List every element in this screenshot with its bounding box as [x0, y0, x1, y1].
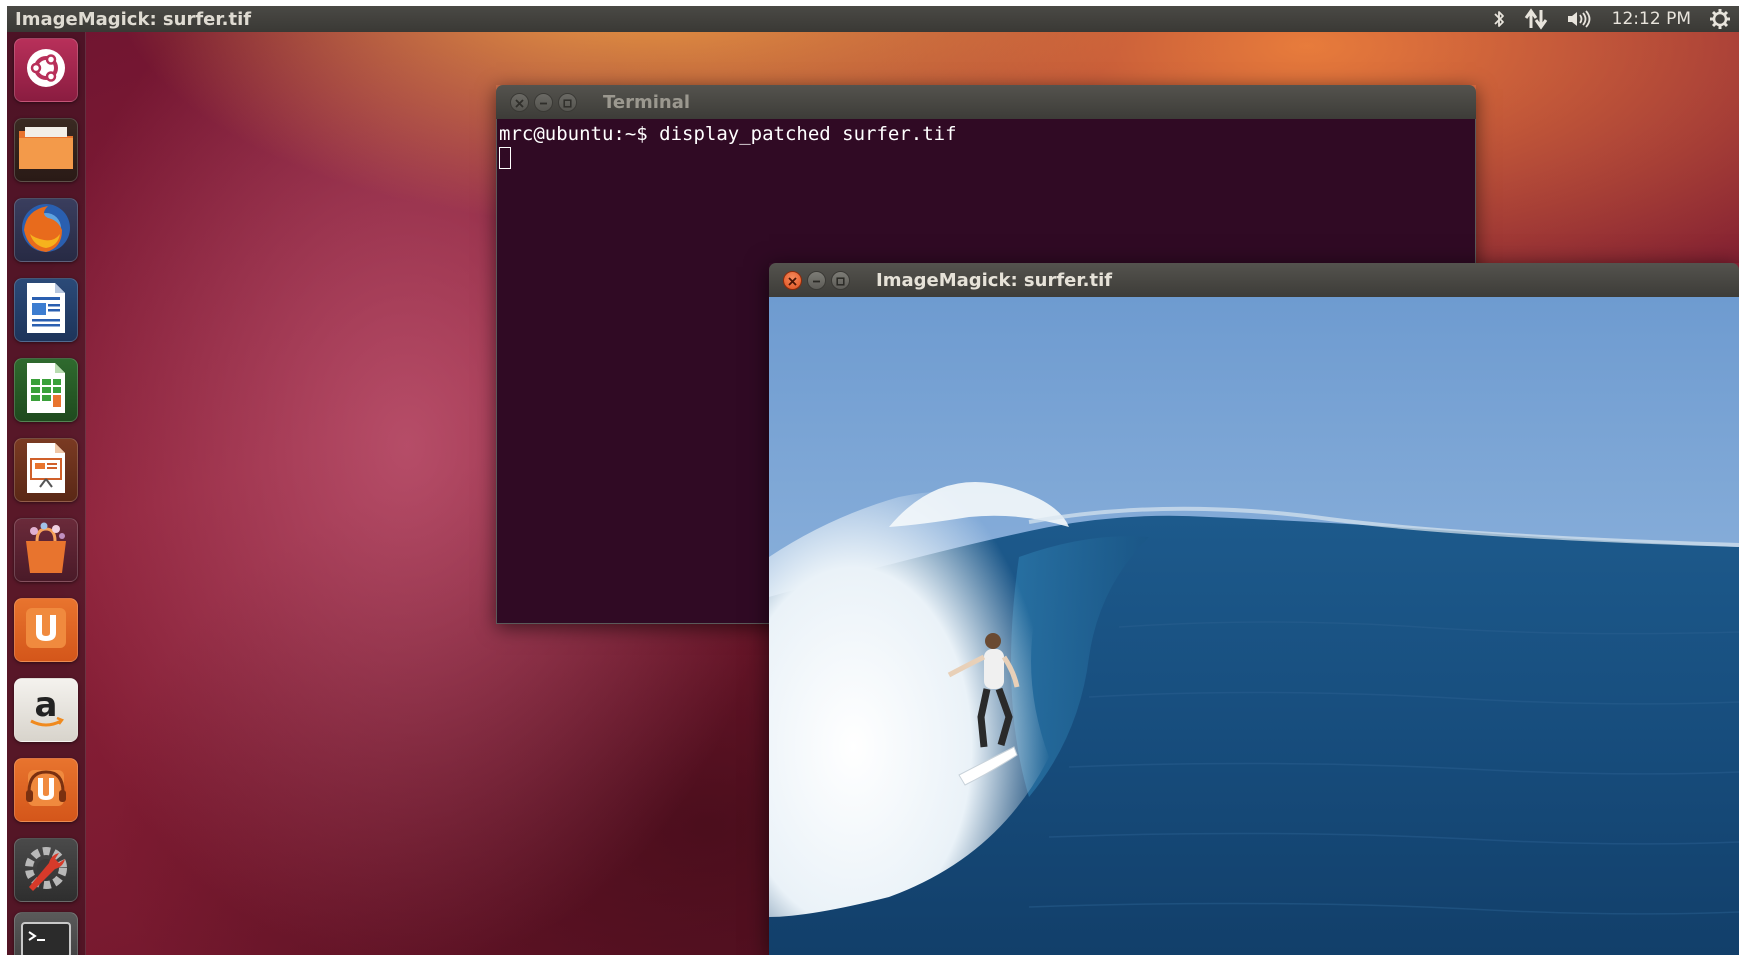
terminal-window-controls	[510, 92, 577, 112]
imagemagick-title: ImageMagick: surfer.tif	[876, 269, 1113, 291]
clock[interactable]: 12:12 PM	[1612, 9, 1691, 29]
volume-icon[interactable]	[1566, 9, 1594, 29]
launcher-software-center[interactable]	[14, 518, 78, 582]
svg-text:a: a	[35, 685, 58, 725]
maximize-icon	[563, 93, 572, 112]
terminal-minimize-button[interactable]	[534, 92, 553, 112]
desktop: ImageMagick: surfer.tif 12:12 PM a Termi…	[7, 6, 1739, 955]
terminal-icon	[19, 920, 73, 955]
imagemagick-minimize-button[interactable]	[807, 270, 826, 290]
launcher-system-settings[interactable]	[14, 838, 78, 902]
terminal-close-button[interactable]	[510, 92, 529, 112]
bluetooth-icon[interactable]	[1492, 9, 1506, 29]
impress-presentation-icon	[23, 441, 69, 499]
ubuntu-one-icon	[23, 605, 69, 655]
top-panel: ImageMagick: surfer.tif 12:12 PM	[7, 6, 1739, 32]
imagemagick-titlebar[interactable]: ImageMagick: surfer.tif	[769, 263, 1739, 297]
ubuntu-logo-icon	[24, 46, 68, 94]
music-store-icon	[22, 764, 70, 816]
launcher-libreoffice-calc[interactable]	[14, 358, 78, 422]
terminal-maximize-button[interactable]	[558, 92, 577, 112]
close-icon	[788, 271, 797, 290]
launcher-ubuntu-one[interactable]	[14, 598, 78, 662]
imagemagick-window[interactable]: ImageMagick: surfer.tif	[769, 263, 1739, 955]
terminal-title: Terminal	[603, 91, 691, 113]
terminal-titlebar[interactable]: Terminal	[496, 85, 1476, 119]
maximize-icon	[836, 271, 845, 290]
amazon-icon: a	[21, 683, 71, 737]
calc-spreadsheet-icon	[23, 361, 69, 419]
launcher-files[interactable]	[14, 118, 78, 182]
launcher-terminal[interactable]	[14, 912, 78, 955]
minimize-icon	[812, 271, 821, 290]
imagemagick-maximize-button[interactable]	[831, 270, 850, 290]
launcher-dash-home[interactable]	[14, 38, 78, 102]
folder-icon	[17, 123, 75, 177]
firefox-icon	[18, 200, 74, 260]
launcher-libreoffice-impress[interactable]	[14, 438, 78, 502]
launcher-libreoffice-writer[interactable]	[14, 278, 78, 342]
shopping-bag-icon	[20, 521, 72, 579]
close-icon	[515, 93, 524, 112]
writer-document-icon	[23, 281, 69, 339]
imagemagick-window-controls	[783, 270, 850, 290]
launcher: a	[7, 32, 86, 955]
network-icon[interactable]	[1524, 8, 1548, 30]
surfer-image[interactable]	[769, 297, 1739, 955]
terminal-line: mrc@ubuntu:~$ display_patched surfer.tif	[499, 123, 957, 145]
indicator-area: 12:12 PM	[1492, 6, 1731, 32]
terminal-prompt-line	[499, 146, 1473, 169]
launcher-amazon[interactable]: a	[14, 678, 78, 742]
launcher-ubuntu-one-music[interactable]	[14, 758, 78, 822]
settings-wrench-icon	[19, 841, 73, 899]
minimize-icon	[539, 93, 548, 112]
launcher-firefox[interactable]	[14, 198, 78, 262]
terminal-cursor	[499, 146, 511, 169]
gear-icon[interactable]	[1709, 8, 1731, 30]
imagemagick-close-button[interactable]	[783, 270, 802, 290]
active-app-title: ImageMagick: surfer.tif	[15, 8, 252, 30]
